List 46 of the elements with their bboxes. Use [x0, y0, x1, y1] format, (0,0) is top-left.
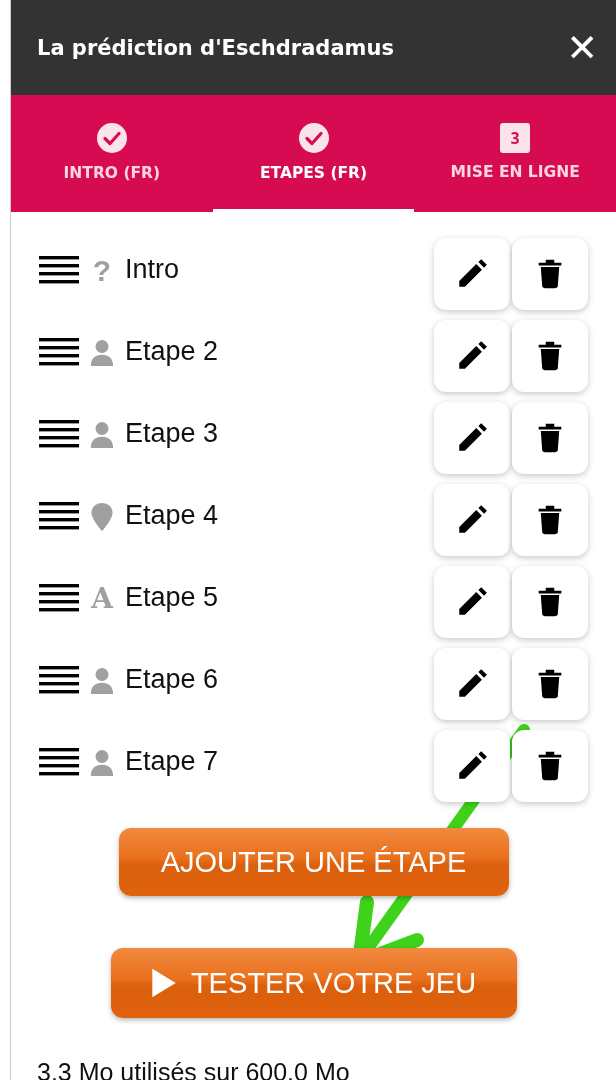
- add-step-button[interactable]: AJOUTER UNE ÉTAPE: [118, 828, 509, 896]
- check-circle-icon: [297, 122, 330, 154]
- drag-handle-icon[interactable]: [39, 665, 79, 695]
- delete-button[interactable]: [512, 402, 588, 474]
- step-title: Etape 6: [125, 663, 220, 695]
- play-icon: [150, 967, 177, 999]
- step-number: 3: [500, 123, 531, 153]
- drag-handle-icon[interactable]: [39, 501, 79, 531]
- close-button[interactable]: ✕: [566, 25, 598, 70]
- test-game-button[interactable]: TESTER VOTRE JEU: [110, 948, 517, 1018]
- edit-button[interactable]: [434, 566, 510, 638]
- drag-handle-icon[interactable]: [39, 747, 79, 777]
- question-mark-icon: ?: [92, 256, 112, 286]
- delete-button[interactable]: [512, 238, 588, 310]
- delete-button[interactable]: [512, 320, 588, 392]
- step-title: Etape 2: [125, 335, 220, 367]
- step-title: Etape 7: [125, 745, 220, 777]
- edit-button[interactable]: [434, 320, 510, 392]
- step-title: Etape 5: [125, 581, 220, 613]
- edit-button[interactable]: [434, 238, 510, 310]
- window-title: La prédiction d'Eschdradamus: [37, 35, 394, 60]
- drag-handle-icon[interactable]: [39, 337, 79, 367]
- drag-handle-icon[interactable]: [39, 583, 79, 613]
- tab[interactable]: ETAPES (FR): [212, 95, 415, 212]
- check-circle-icon: [95, 122, 128, 154]
- drag-handle-icon[interactable]: [39, 419, 79, 449]
- edit-button[interactable]: [434, 648, 510, 720]
- person-icon: [89, 666, 115, 696]
- person-icon: [89, 748, 115, 778]
- map-pin-icon: [89, 502, 115, 532]
- edit-button[interactable]: [434, 484, 510, 556]
- delete-button[interactable]: [512, 648, 588, 720]
- tab[interactable]: 3 MISE EN LIGNE: [414, 95, 616, 212]
- person-icon: [89, 420, 115, 450]
- tab[interactable]: INTRO (FR): [11, 95, 213, 212]
- letter-icon: A: [91, 585, 113, 613]
- step-title: Intro: [125, 253, 181, 285]
- step-title: Etape 4: [125, 499, 220, 531]
- drag-handle-icon[interactable]: [39, 255, 79, 285]
- step-title: Etape 3: [125, 417, 220, 449]
- delete-button[interactable]: [512, 484, 588, 556]
- edit-button[interactable]: [434, 402, 510, 474]
- delete-button[interactable]: [512, 730, 588, 802]
- edit-button[interactable]: [434, 730, 510, 802]
- delete-button[interactable]: [512, 566, 588, 638]
- person-icon: [89, 338, 115, 368]
